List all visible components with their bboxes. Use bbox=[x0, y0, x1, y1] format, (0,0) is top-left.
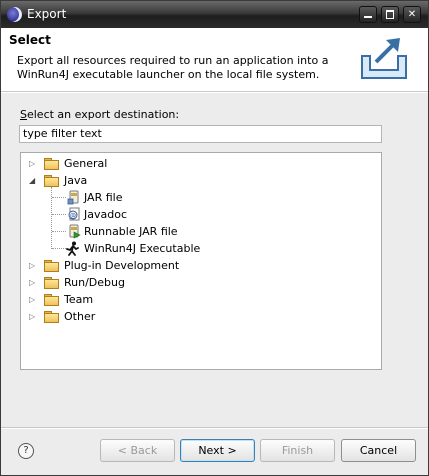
destination-tree[interactable]: ▷ General ◢ Java JAR file @ Javadoc Runn… bbox=[20, 152, 382, 370]
tree-item-jar-file[interactable]: JAR file bbox=[21, 189, 381, 206]
wizard-header: Select Export all resources required to … bbox=[1, 28, 428, 92]
tree-item-javadoc[interactable]: @ Javadoc bbox=[21, 206, 381, 223]
window-title: Export bbox=[27, 7, 67, 21]
tree-item-label: Runnable JAR file bbox=[84, 225, 178, 238]
help-icon[interactable]: ? bbox=[18, 443, 34, 459]
jar-file-icon bbox=[67, 190, 79, 205]
footer-separator-highlight bbox=[1, 428, 428, 429]
next-button[interactable]: Next > bbox=[180, 439, 255, 462]
tree-item-label: Java bbox=[64, 174, 88, 187]
tree-item-label: Plug-in Development bbox=[64, 259, 180, 272]
eclipse-icon bbox=[7, 7, 22, 22]
expanded-arrow-icon[interactable]: ◢ bbox=[29, 176, 37, 185]
tree-item-label: JAR file bbox=[84, 191, 123, 204]
collapsed-arrow-icon[interactable]: ▷ bbox=[29, 295, 37, 304]
export-tray-icon bbox=[361, 38, 407, 79]
page-title: Select bbox=[9, 33, 51, 47]
filter-input[interactable]: type filter text bbox=[19, 125, 382, 143]
collapsed-arrow-icon[interactable]: ▷ bbox=[29, 278, 37, 287]
tree-item-label: Team bbox=[64, 293, 94, 306]
destination-label: Select an export destination: bbox=[20, 108, 179, 121]
tree-item-label: WinRun4J Executable bbox=[84, 242, 201, 255]
tree-item-team[interactable]: ▷ Team bbox=[21, 291, 381, 308]
title-bar[interactable]: Export bbox=[1, 1, 428, 28]
folder-open-icon bbox=[44, 175, 59, 187]
runnable-jar-icon bbox=[69, 224, 81, 239]
maximize-button[interactable] bbox=[381, 6, 399, 23]
folder-icon bbox=[44, 311, 59, 323]
tree-item-label: Javadoc bbox=[84, 208, 127, 221]
tree-item-winrun4j-executable[interactable]: WinRun4J Executable bbox=[21, 240, 381, 257]
tree-item-java[interactable]: ◢ Java bbox=[21, 172, 381, 189]
finish-button[interactable]: Finish bbox=[260, 439, 335, 462]
export-dialog: Export Select Export all resources requi… bbox=[0, 0, 429, 476]
tree-item-label: Other bbox=[64, 310, 96, 323]
tree-item-other[interactable]: ▷ Other bbox=[21, 308, 381, 325]
tree-item-plug-in-development[interactable]: ▷ Plug-in Development bbox=[21, 257, 381, 274]
folder-icon bbox=[44, 277, 59, 289]
javadoc-icon: @ bbox=[68, 207, 80, 221]
collapsed-arrow-icon[interactable]: ▷ bbox=[29, 159, 37, 168]
minimize-button[interactable] bbox=[359, 6, 377, 23]
destination-label-text: elect an export destination: bbox=[26, 108, 180, 121]
close-button[interactable] bbox=[403, 6, 421, 23]
tree-item-run-debug[interactable]: ▷ Run/Debug bbox=[21, 274, 381, 291]
header-separator bbox=[1, 92, 428, 93]
tree-item-runnable-jar-file[interactable]: Runnable JAR file bbox=[21, 223, 381, 240]
svg-text:@: @ bbox=[70, 213, 76, 220]
folder-icon bbox=[44, 294, 59, 306]
tree-item-general[interactable]: ▷ General bbox=[21, 155, 381, 172]
back-button[interactable]: < Back bbox=[100, 439, 175, 462]
tree-item-label: General bbox=[64, 157, 108, 170]
folder-icon bbox=[44, 158, 59, 170]
collapsed-arrow-icon[interactable]: ▷ bbox=[29, 261, 37, 270]
tree-item-label: Run/Debug bbox=[64, 276, 125, 289]
destination-label-mnemonic: S bbox=[20, 108, 27, 121]
collapsed-arrow-icon[interactable]: ▷ bbox=[29, 312, 37, 321]
cancel-button[interactable]: Cancel bbox=[341, 439, 416, 462]
running-man-icon bbox=[66, 241, 79, 256]
folder-icon bbox=[44, 260, 59, 272]
page-description: Export all resources required to run an … bbox=[17, 54, 329, 81]
